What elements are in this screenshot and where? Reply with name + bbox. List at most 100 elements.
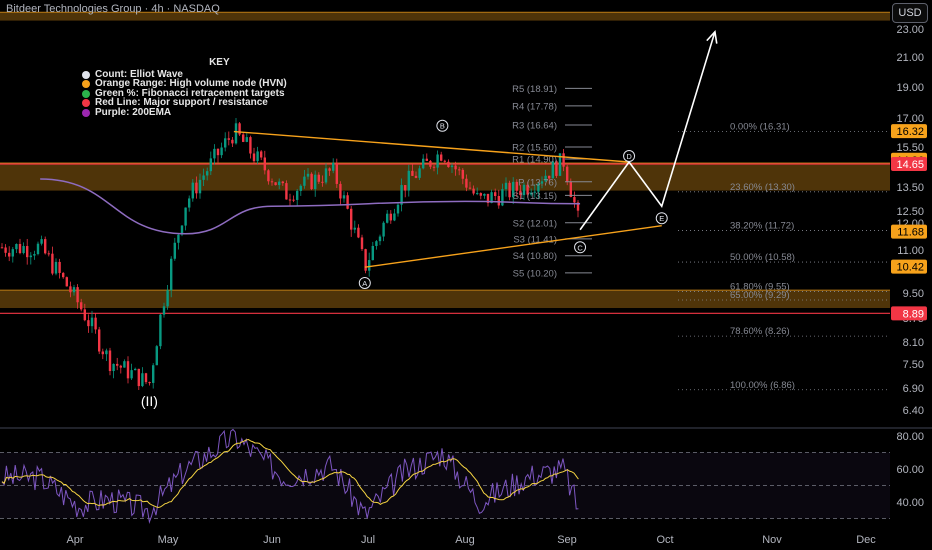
candle-body (144, 373, 148, 383)
candle-body (371, 245, 374, 261)
candle-body (245, 137, 248, 142)
candle-body (346, 195, 349, 209)
candle-body (87, 320, 90, 327)
candle-body (238, 123, 241, 135)
candle-body (360, 237, 364, 250)
candle-body (306, 173, 310, 177)
fib-label: 50.00% (10.58) (730, 252, 795, 263)
rsi-pane: 80.00 60.00 40.00 (0, 427, 932, 525)
pivot-label: S4 (10.80) (513, 251, 557, 262)
key-color-dot (82, 70, 90, 79)
candle-body (33, 254, 36, 256)
candle-body (94, 317, 97, 330)
pivot-label: P (13.76) (518, 177, 557, 188)
time-tick-label: Aug (455, 534, 475, 546)
candle-body (108, 350, 112, 372)
time-tick-label: Nov (762, 534, 782, 546)
price-tick-label: 19.00 (896, 82, 924, 94)
candle-body (375, 241, 378, 246)
candle-body (569, 181, 572, 198)
candle-body (310, 173, 313, 190)
candle-body (0, 247, 4, 249)
candle-body (216, 148, 220, 156)
candle-body (18, 243, 22, 254)
candle-body (436, 154, 439, 168)
time-axis: Apr May Jun Jul Aug Sep Oct Nov Dec (66, 534, 876, 546)
candle-body (407, 170, 410, 191)
projection-line (579, 31, 716, 231)
fibonacci-levels: 0.00% (16.31) 23.60% (13.30) 38.20% (11.72… (678, 121, 890, 391)
fib-label: 100.00% (6.86) (730, 380, 795, 391)
candle-body (335, 162, 338, 184)
candle-body (15, 243, 18, 250)
key-color-dot (82, 99, 90, 108)
price-tick-label: 21.00 (896, 52, 924, 64)
candle-body (162, 306, 166, 315)
candle-body (288, 199, 292, 201)
candle-body (443, 160, 446, 162)
candle-body (440, 154, 443, 161)
candle-body (40, 239, 43, 244)
fib-label: 23.60% (13.30) (730, 182, 795, 193)
candle-body (159, 314, 162, 347)
candle-body (141, 373, 144, 387)
candle-body (227, 138, 230, 140)
candle-body (62, 272, 65, 278)
candle-body (80, 302, 83, 310)
candle-body (58, 261, 61, 273)
candle-body (256, 151, 259, 162)
candle-body (281, 181, 284, 184)
candle-body (357, 227, 360, 238)
candle-body (202, 175, 205, 180)
candle-body (425, 158, 428, 161)
candle-body (173, 242, 176, 259)
currency-button[interactable]: USD (892, 3, 928, 23)
candle-body (429, 160, 432, 167)
candle-body (166, 290, 169, 307)
candle-body (155, 346, 158, 366)
candle-body (119, 365, 122, 368)
candle-body (414, 175, 418, 178)
wave-label-II: (II) (141, 393, 158, 409)
key-item: Purple: 200EMA (82, 107, 287, 118)
candle-body (47, 253, 50, 255)
candle-body (566, 166, 569, 182)
candle-body (76, 287, 79, 303)
price-label-value: 11.68 (897, 227, 924, 239)
key-title: KEY (209, 57, 230, 68)
candle-body (278, 181, 281, 186)
candlesticks (0, 117, 580, 390)
candle-body (134, 368, 137, 371)
rsi-tick-label: 80.00 (896, 431, 924, 443)
candle-body (450, 165, 454, 168)
candle-body (170, 258, 173, 291)
candle-body (368, 260, 371, 271)
candle-body (303, 176, 306, 186)
candle-body (231, 139, 234, 144)
price-label-value: 10.42 (896, 262, 924, 274)
candle-body (274, 182, 277, 186)
candle-body (432, 166, 436, 168)
candle-body (299, 185, 302, 191)
candle-body (65, 277, 68, 287)
candle-body (476, 193, 479, 195)
pivot-label: R3 (16.64) (512, 120, 557, 131)
candle-body (260, 151, 263, 158)
price-label-value: 16.32 (896, 126, 924, 138)
candle-body (22, 246, 25, 254)
candle-body (116, 363, 119, 366)
price-tick-label: 15.50 (896, 142, 924, 154)
candle-body (501, 189, 504, 206)
candle-body (26, 246, 29, 258)
candle-body (404, 185, 407, 191)
candle-body (321, 181, 324, 183)
key-color-dot (82, 108, 90, 117)
price-tick-label: 6.40 (903, 405, 924, 417)
candle-body (36, 243, 40, 255)
price-tick-label: 11.00 (897, 245, 924, 257)
candle-body (177, 234, 180, 243)
candle-body (382, 222, 385, 237)
candle-body (468, 187, 472, 189)
candle-body (105, 350, 108, 355)
candle-body (328, 168, 331, 171)
